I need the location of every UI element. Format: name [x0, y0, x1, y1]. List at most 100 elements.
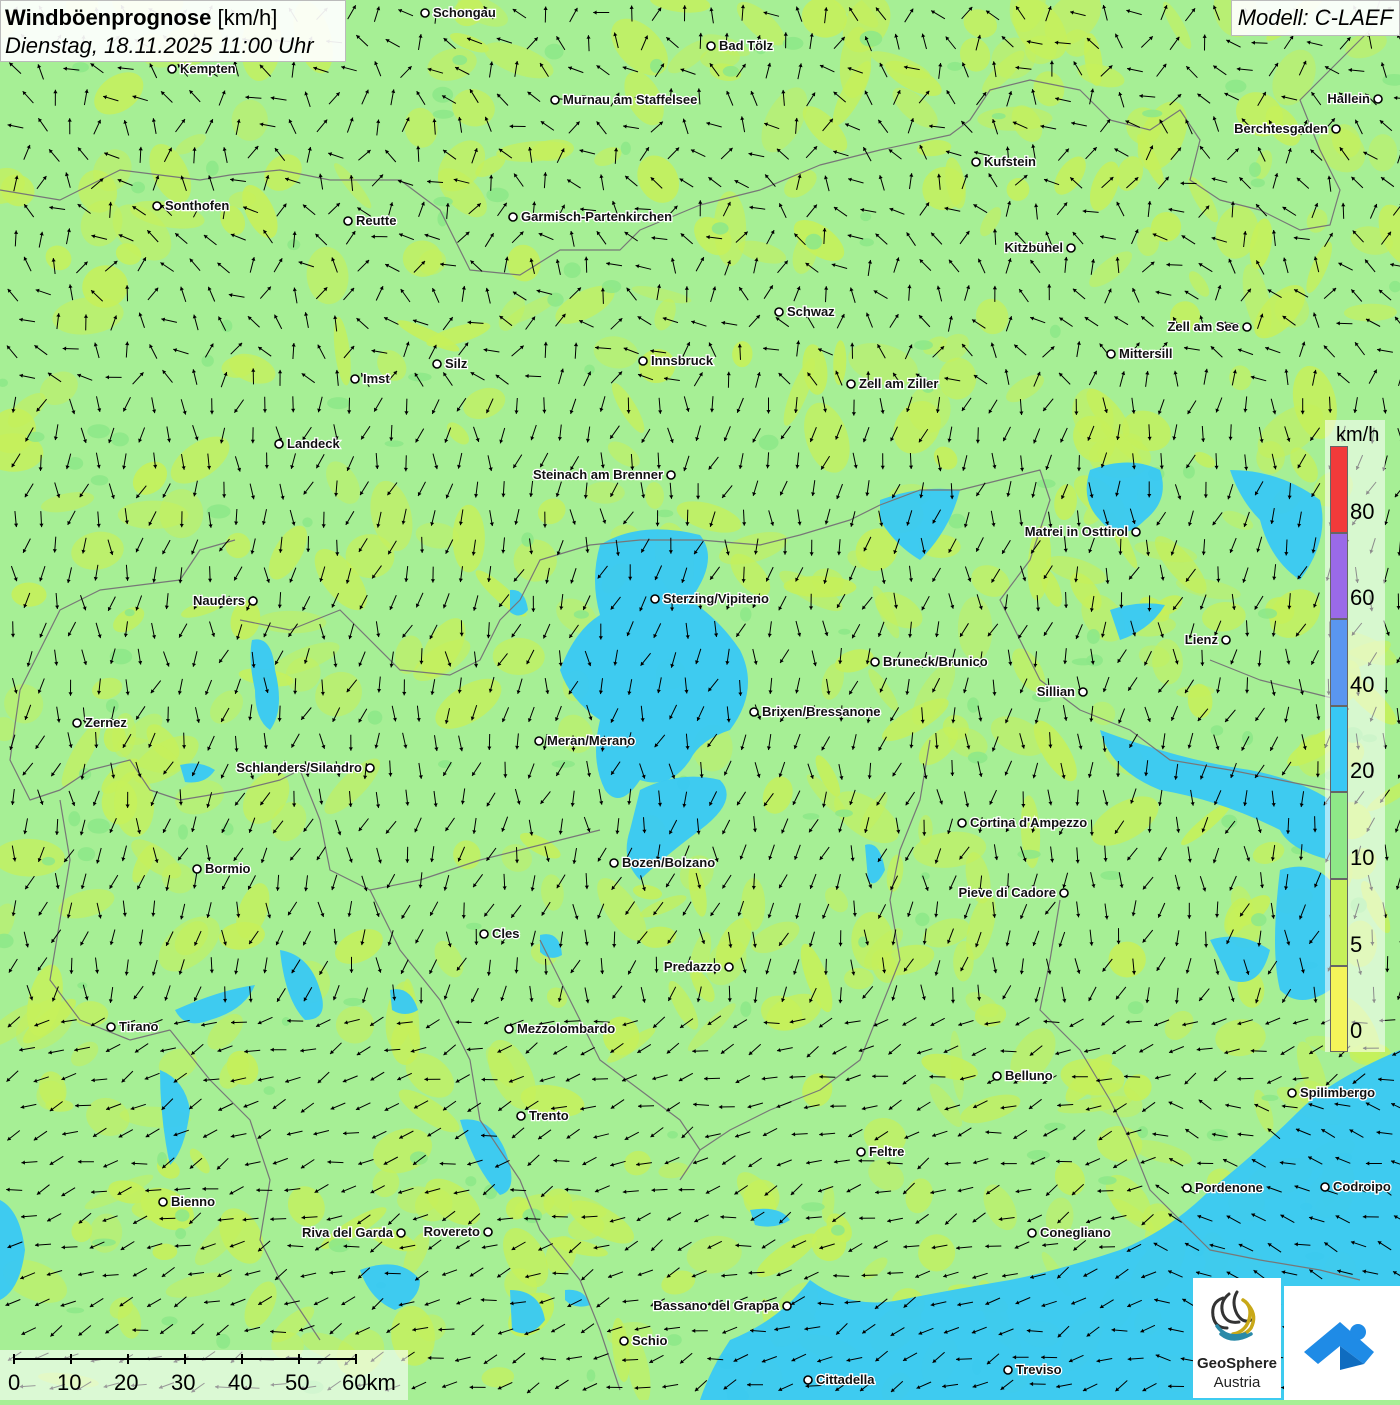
wind-arrow	[950, 760, 954, 776]
place-mezzolombardo[interactable]: Mezzolombardo	[505, 1021, 615, 1036]
place-schwaz[interactable]: Schwaz	[775, 304, 835, 319]
wind-arrow	[945, 1162, 961, 1166]
wind-arrow	[1175, 988, 1179, 1004]
wind-arrow	[207, 736, 214, 751]
wind-arrow	[1088, 762, 1093, 778]
wind-arrow	[751, 91, 758, 106]
gust-10-20-patch	[860, 31, 883, 47]
wind-arrow	[1202, 539, 1206, 555]
place-feltre[interactable]: Feltre	[857, 1144, 904, 1159]
wind-arrow	[398, 9, 413, 16]
wind-arrow	[1284, 369, 1288, 385]
place-matrei-in-osttirol[interactable]: Matrei in Osttirol	[1025, 524, 1140, 539]
place-innsbruck[interactable]: Innsbruck	[639, 353, 714, 368]
place-mittersill[interactable]: Mittersill	[1107, 346, 1172, 361]
wind-arrow	[9, 959, 18, 973]
place-zernez[interactable]: Zernez	[73, 715, 127, 730]
wind-arrow	[652, 8, 661, 21]
place-schlanders-silandro[interactable]: Schlanders/Silandro	[236, 760, 374, 775]
place-imst[interactable]: Imst	[351, 371, 390, 386]
place-zell-am-ziller[interactable]: Zell am Ziller	[847, 376, 938, 391]
wind-arrow	[806, 146, 817, 158]
place-landeck[interactable]: Landeck	[275, 436, 341, 451]
place-rovereto[interactable]: Rovereto	[424, 1224, 492, 1239]
place-riva-del-garda[interactable]: Riva del Garda	[302, 1225, 405, 1240]
place-sonthofen[interactable]: Sonthofen	[153, 198, 229, 213]
place-bozen-bolzano[interactable]: Bozen/Bolzano	[610, 855, 715, 870]
wind-arrow	[683, 902, 691, 916]
place-conegliano[interactable]: Conegliano	[1028, 1225, 1111, 1240]
wind-arrow	[40, 623, 47, 638]
place-kitzb-hel[interactable]: Kitzbühel	[1005, 240, 1076, 255]
wind-arrow	[935, 960, 940, 975]
place-pieve-di-cadore[interactable]: Pieve di Cadore	[958, 885, 1068, 900]
gust-5-10-patch	[319, 455, 367, 509]
place-label: Mittersill	[1119, 346, 1172, 361]
legend-label-20: 20	[1350, 758, 1374, 784]
place-bassano-del-grappa[interactable]: Bassano del Grappa	[653, 1298, 791, 1313]
wind-arrow	[823, 621, 829, 636]
place-cortina-d-ampezzo[interactable]: Cortina d'Ampezzo	[958, 815, 1087, 830]
wind-arrow	[432, 399, 439, 414]
place-silz[interactable]: Silz	[433, 356, 468, 371]
wind-arrow	[1043, 399, 1053, 411]
place-belluno[interactable]: Belluno	[993, 1068, 1053, 1083]
wind-arrow	[126, 679, 130, 695]
wind-arrow	[556, 482, 562, 497]
wind-arrow	[1020, 904, 1027, 919]
wind-arrow	[388, 930, 394, 945]
wind-arrow	[749, 315, 760, 327]
place-kufstein[interactable]: Kufstein	[972, 154, 1036, 169]
place-bormio[interactable]: Bormio	[193, 861, 251, 876]
wind-arrow	[615, 818, 619, 834]
wind-arrow	[456, 1020, 472, 1024]
wind-arrow	[1030, 260, 1040, 273]
wind-arrow	[963, 678, 968, 694]
place-berchtesgaden[interactable]: Berchtesgaden	[1234, 121, 1340, 136]
place-label: Berchtesgaden	[1234, 121, 1328, 136]
place-pordenone[interactable]: Pordenone	[1183, 1180, 1263, 1195]
wind-arrow	[1252, 41, 1268, 45]
place-brixen-bressanone[interactable]: Brixen/Bressanone	[750, 704, 881, 719]
place-cles[interactable]: Cles	[480, 926, 519, 941]
wind-arrow	[205, 680, 212, 695]
gust-10-20-patch	[838, 629, 850, 635]
wind-arrow	[1212, 177, 1228, 182]
place-steinach-am-brenner[interactable]: Steinach am Brenner	[533, 467, 675, 482]
wind-arrow	[1238, 348, 1253, 354]
wind-arrow	[709, 457, 719, 470]
place-tirano[interactable]: Tirano	[107, 1019, 159, 1034]
wind-arrow	[234, 959, 238, 975]
wind-arrow	[202, 1187, 218, 1191]
geosphere-swirl-icon	[1193, 1278, 1281, 1354]
wind-arrow	[196, 707, 201, 723]
wind-arrow	[318, 902, 324, 917]
place-garmisch-partenkirchen[interactable]: Garmisch-Partenkirchen	[509, 209, 672, 224]
wind-arrow	[868, 763, 872, 779]
place-zell-am-see[interactable]: Zell am See	[1167, 319, 1251, 334]
gust-5-10-patch	[1049, 1156, 1090, 1200]
scale-label: 20	[114, 1370, 138, 1396]
place-hallein[interactable]: Hallein	[1327, 91, 1382, 106]
place-meran-merano[interactable]: Meran/Merano	[535, 733, 635, 748]
place-lienz[interactable]: Lienz	[1185, 632, 1230, 647]
wind-arrow	[597, 904, 604, 919]
wind-arrow	[1297, 178, 1309, 189]
place-sterzing-vipiteno[interactable]: Sterzing/Vipiteno	[651, 591, 769, 606]
wind-arrow	[1143, 930, 1153, 943]
wind-arrow	[210, 622, 216, 637]
place-murnau-am-staffelsee[interactable]: Murnau am Staffelsee	[551, 92, 697, 107]
wind-arrow	[863, 427, 869, 442]
app-logo[interactable]	[1284, 1286, 1400, 1400]
gust-5-10-patch	[844, 968, 874, 990]
place-spilimbergo[interactable]: Spilimbergo	[1288, 1085, 1375, 1100]
wind-arrow	[946, 37, 956, 50]
place-reutte[interactable]: Reutte	[344, 213, 396, 228]
wind-arrow	[1174, 371, 1178, 387]
gust-10-20-patch	[992, 113, 1006, 119]
place-dot-icon	[344, 217, 352, 225]
place-schongau[interactable]: Schongau	[421, 5, 496, 20]
place-trento[interactable]: Trento	[517, 1108, 569, 1123]
geosphere-logo[interactable]: GeoSphere Austria	[1193, 1278, 1281, 1398]
place-bruneck-brunico[interactable]: Bruneck/Brunico	[871, 654, 988, 669]
